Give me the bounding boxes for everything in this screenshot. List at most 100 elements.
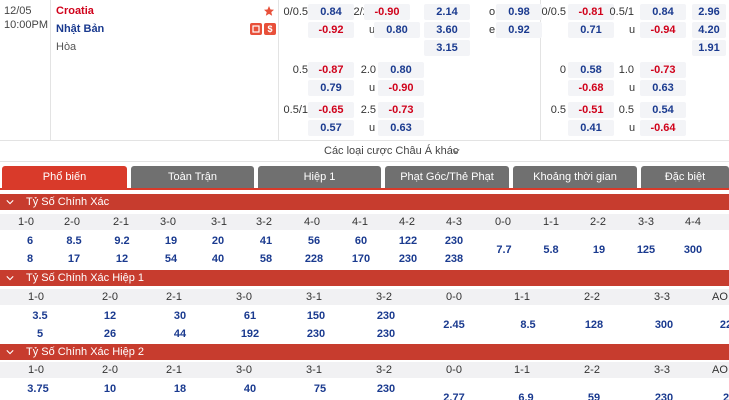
hdp-alt-away-odds[interactable]: 0.57 xyxy=(308,120,354,136)
score-header: 2-2 xyxy=(584,364,600,376)
score-odds[interactable]: 60 xyxy=(335,234,387,248)
score-odds[interactable]: 230 xyxy=(360,309,412,323)
score-header: AO xyxy=(712,364,728,376)
home-team-name[interactable]: Croatia xyxy=(56,4,94,18)
score-header: 1-1 xyxy=(514,364,530,376)
tab-time-period[interactable]: Khoảng thời gian xyxy=(513,166,637,188)
score-odds[interactable]: 3.75 xyxy=(12,382,64,396)
score-odds[interactable]: 230 xyxy=(638,391,690,400)
tab-popular[interactable]: Phổ biến xyxy=(2,166,127,188)
1x2-home-odds[interactable]: 2.14 xyxy=(424,4,470,20)
score-odds[interactable]: 59 xyxy=(568,391,620,400)
score-odds[interactable]: 7.7 xyxy=(478,243,530,257)
h1-1x2-away-odds[interactable]: 4.20 xyxy=(692,22,726,38)
score-odds[interactable]: 18 xyxy=(154,382,206,396)
score-header: 1-0 xyxy=(28,291,44,303)
h1-ou-under-odds[interactable]: -0.64 xyxy=(640,120,686,136)
score-odds[interactable]: 20 xyxy=(192,234,244,248)
score-odds[interactable]: 22 xyxy=(706,318,729,332)
even-odds[interactable]: 0.92 xyxy=(496,22,542,38)
score-odds[interactable]: 19 xyxy=(573,243,625,257)
h1-ou-under-odds[interactable]: 0.63 xyxy=(640,80,686,96)
score-odds[interactable]: 44 xyxy=(154,327,206,341)
ou-alt-under-odds[interactable]: -0.90 xyxy=(378,80,424,96)
score-odds[interactable]: 41 xyxy=(240,234,292,248)
score-odds[interactable]: 40 xyxy=(192,252,244,266)
score-odds[interactable]: 128 xyxy=(568,318,620,332)
score-odds[interactable]: 54 xyxy=(145,252,197,266)
score-odds[interactable]: 58 xyxy=(240,252,292,266)
ou-over-odds[interactable]: -0.90 xyxy=(364,4,410,20)
star-icon[interactable] xyxy=(263,5,275,17)
score-header: 2-1 xyxy=(113,216,129,228)
score-odds[interactable]: 170 xyxy=(335,252,387,266)
ou-alt-over-odds[interactable]: 0.80 xyxy=(378,62,424,78)
1x2-draw-odds[interactable]: 3.15 xyxy=(424,40,470,56)
score-badge-icon[interactable] xyxy=(250,23,262,35)
score-odds[interactable]: 40 xyxy=(224,382,276,396)
h1-ou-over-odds[interactable]: 0.84 xyxy=(640,4,686,20)
score-odds[interactable]: 150 xyxy=(290,309,342,323)
section-correct-score-h2[interactable]: Tỷ Số Chính Xác Hiệp 2 xyxy=(0,344,729,360)
score-odds[interactable]: 30 xyxy=(154,309,206,323)
ou-alt-over-odds[interactable]: -0.73 xyxy=(378,102,424,118)
score-odds[interactable]: 8.5 xyxy=(48,234,100,248)
score-odds[interactable]: 6.9 xyxy=(500,391,552,400)
score-odds[interactable]: 75 xyxy=(294,382,346,396)
score-odds[interactable]: 230 xyxy=(290,327,342,341)
score-odds[interactable]: 2 xyxy=(706,391,729,400)
away-team-name[interactable]: Nhật Bản xyxy=(56,22,104,36)
h1-ou-under-odds[interactable]: -0.94 xyxy=(640,22,686,38)
score-header: 3-3 xyxy=(654,291,670,303)
h1-hdp-away-odds[interactable]: 0.41 xyxy=(568,120,614,136)
h1-1x2-draw-odds[interactable]: 1.91 xyxy=(692,40,726,56)
score-odds[interactable]: 2.77 xyxy=(428,391,480,400)
tab-corners-cards[interactable]: Phạt Góc/Thẻ Phạt xyxy=(385,166,509,188)
hdp-alt-away-odds[interactable]: 0.79 xyxy=(308,80,354,96)
h1-hdp-away-odds[interactable]: 0.71 xyxy=(568,22,614,38)
hdp-away-odds[interactable]: -0.92 xyxy=(308,22,354,38)
score-odds[interactable]: 5 xyxy=(14,327,66,341)
score-odds[interactable]: 230 xyxy=(428,234,480,248)
score-odds[interactable]: 10 xyxy=(84,382,136,396)
score-odds[interactable]: 9.2 xyxy=(96,234,148,248)
chevron-down-icon xyxy=(6,200,14,205)
score-odds[interactable]: 56 xyxy=(288,234,340,248)
score-odds[interactable]: 230 xyxy=(382,252,434,266)
ou-alt-under-odds[interactable]: 0.63 xyxy=(378,120,424,136)
score-odds[interactable]: 26 xyxy=(84,327,136,341)
h1-ou-over-odds[interactable]: 0.54 xyxy=(640,102,686,118)
score-odds[interactable]: 3.5 xyxy=(14,309,66,323)
h1-hdp-away-odds[interactable]: -0.68 xyxy=(568,80,614,96)
score-odds[interactable]: 12 xyxy=(96,252,148,266)
h1-1x2-home-odds[interactable]: 2.96 xyxy=(692,4,726,20)
score-odds[interactable]: 17 xyxy=(48,252,100,266)
score-odds[interactable]: 8.5 xyxy=(502,318,554,332)
score-odds[interactable]: 300 xyxy=(638,318,690,332)
score-odds[interactable]: 230 xyxy=(360,382,412,396)
h1-ou-over-odds[interactable]: -0.73 xyxy=(640,62,686,78)
section-correct-score[interactable]: Tỷ Số Chính Xác xyxy=(0,194,729,210)
1x2-away-odds[interactable]: 3.60 xyxy=(424,22,470,38)
score-odds[interactable]: 125 xyxy=(620,243,672,257)
score-odds[interactable]: 230 xyxy=(360,327,412,341)
ou-under-odds[interactable]: 0.80 xyxy=(374,22,420,38)
tab-full-match[interactable]: Toàn Trận xyxy=(131,166,254,188)
score-odds[interactable]: 12 xyxy=(84,309,136,323)
h1-ou-under-label: u xyxy=(628,122,636,134)
score-odds[interactable]: 19 xyxy=(145,234,197,248)
more-asian-bets-toggle[interactable]: Các loại cược Châu Á khác xyxy=(0,140,729,162)
score-odds[interactable]: 61 xyxy=(224,309,276,323)
score-odds[interactable]: 192 xyxy=(224,327,276,341)
tab-first-half[interactable]: Hiệp 1 xyxy=(258,166,381,188)
score-odds[interactable]: 5.8 xyxy=(525,243,577,257)
tab-special[interactable]: Đặc biệt xyxy=(641,166,729,188)
dollar-badge-icon[interactable]: $ xyxy=(264,23,276,35)
score-odds[interactable]: 300 xyxy=(667,243,719,257)
score-odds[interactable]: 2.45 xyxy=(428,318,480,332)
section-correct-score-h1[interactable]: Tỷ Số Chính Xác Hiệp 1 xyxy=(0,270,729,286)
score-odds[interactable]: 122 xyxy=(382,234,434,248)
score-odds[interactable]: 238 xyxy=(428,252,480,266)
match-date: 12/05 xyxy=(4,5,32,17)
score-odds[interactable]: 228 xyxy=(288,252,340,266)
